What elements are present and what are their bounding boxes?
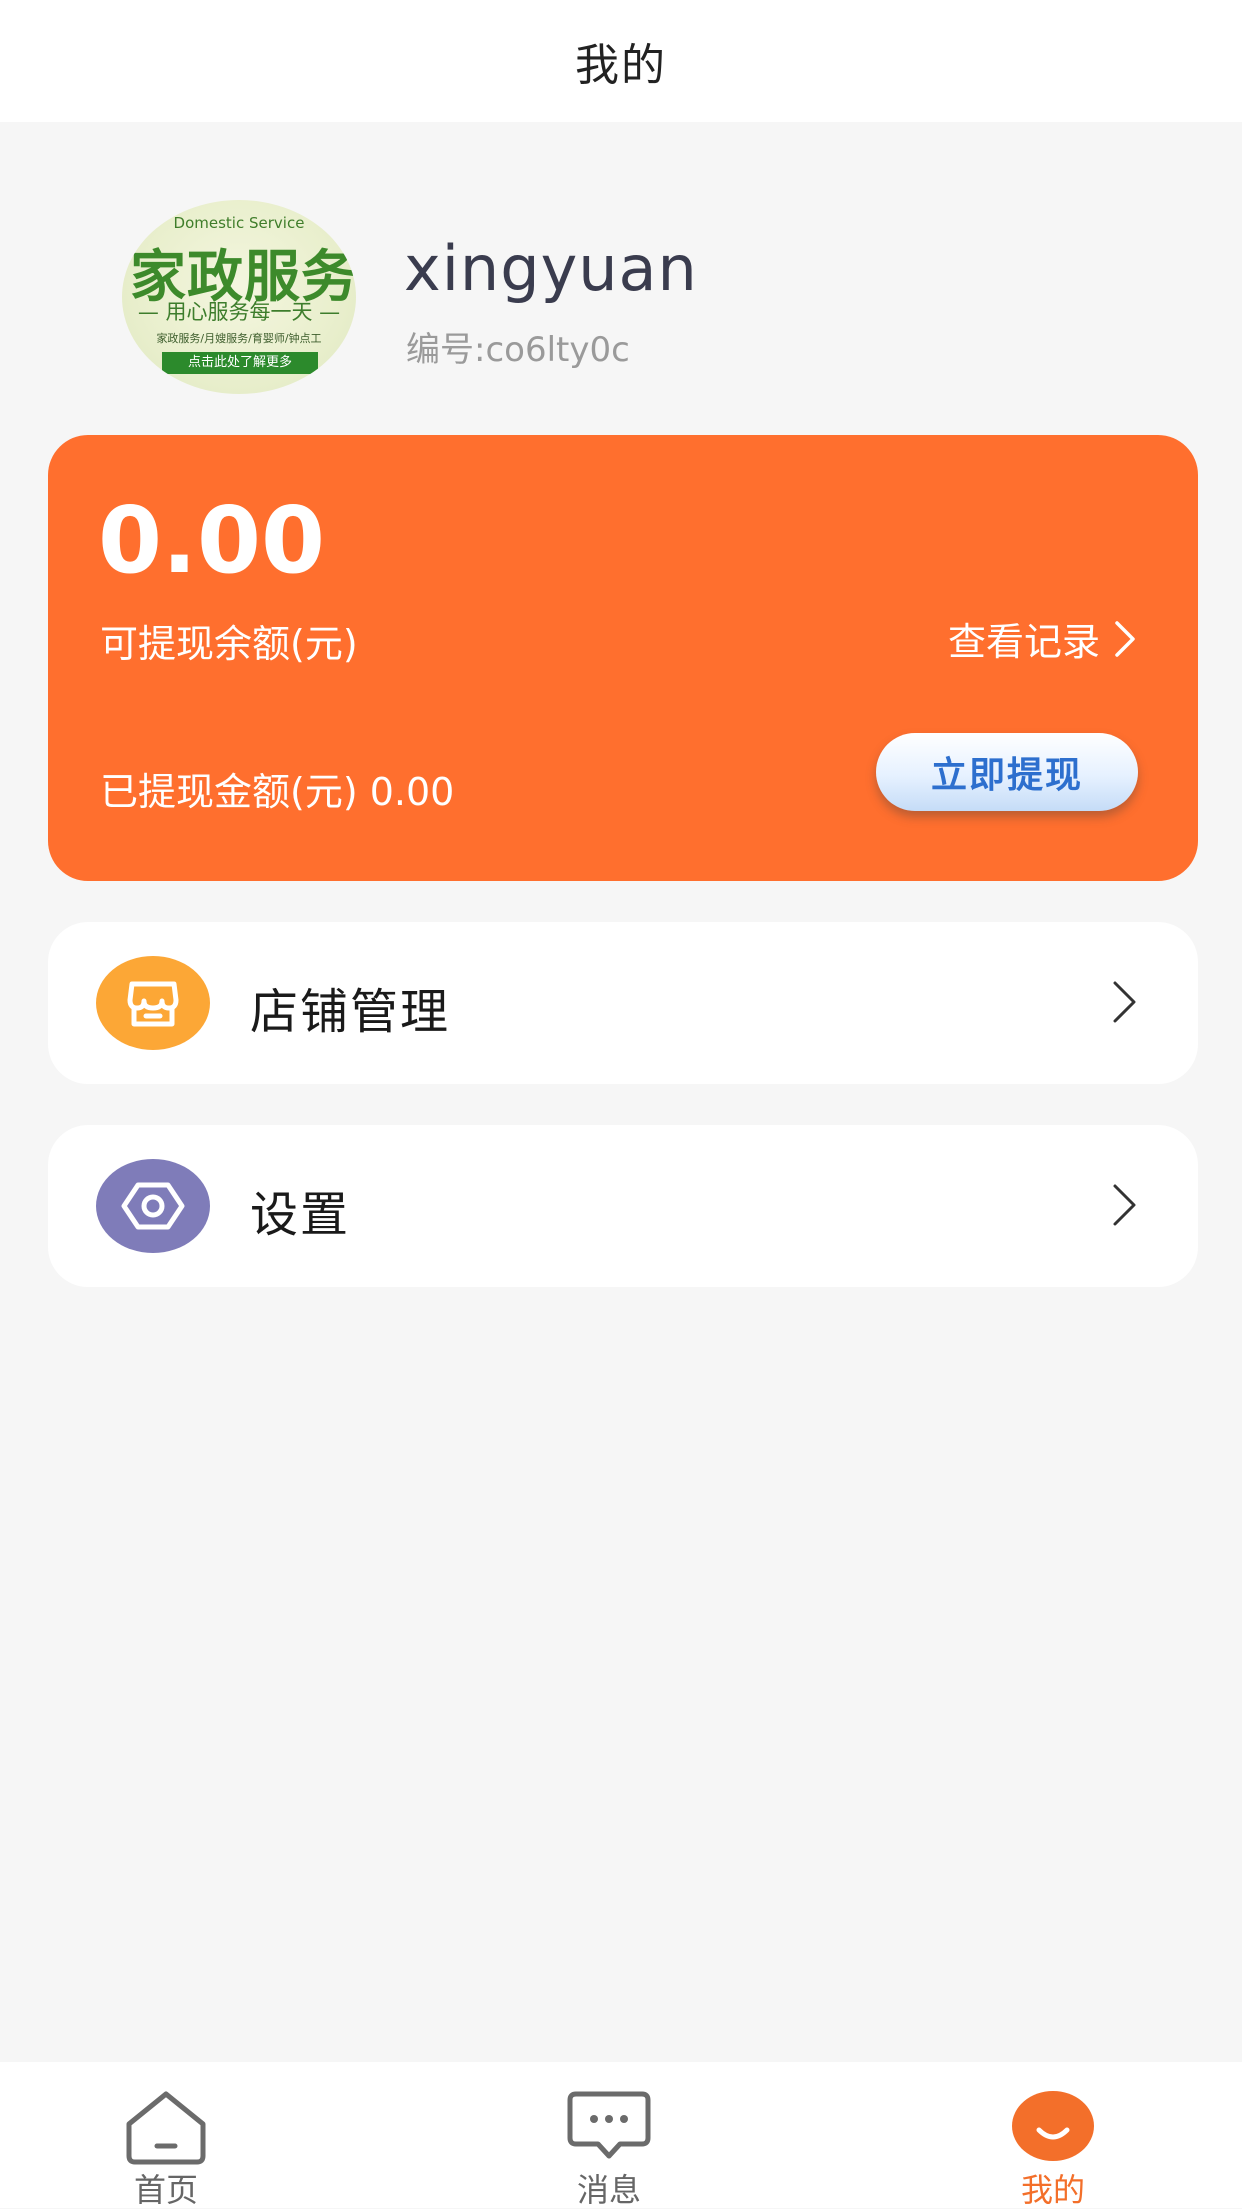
username: xingyuan — [404, 232, 698, 305]
home-icon — [126, 2091, 206, 2165]
menu-item-shop-management[interactable]: 店铺管理 — [48, 922, 1198, 1084]
settings-icon — [96, 1159, 210, 1253]
chevron-right-icon — [1113, 1184, 1136, 1226]
tab-label: 我的 — [1020, 2171, 1085, 2209]
page-title: 我的 — [575, 40, 667, 91]
tab-messages[interactable]: 消息 — [509, 2062, 709, 2208]
message-icon — [567, 2091, 651, 2159]
tab-home[interactable]: 首页 — [66, 2062, 266, 2208]
menu-item-label: 店铺管理 — [250, 984, 451, 1040]
shop-icon — [96, 956, 210, 1050]
view-records-label: 查看记录 — [947, 620, 1100, 664]
avatar-english-text: Domestic Service — [173, 214, 305, 232]
avatar[interactable]: Domestic Service 家政服务 — 用心服务每一天 — 家政服务/月… — [122, 200, 356, 394]
top-bar: 我的 — [0, 0, 1242, 122]
menu-item-settings[interactable]: 设置 — [48, 1125, 1198, 1287]
balance-amount: 0.00 — [98, 487, 325, 594]
chevron-right-icon — [1115, 620, 1135, 657]
smile-icon — [1012, 2091, 1094, 2161]
avatar-services-text: 家政服务/月嫂服务/育婴师/钟点工 — [156, 332, 322, 345]
avatar-cta-text: 点击此处了解更多 — [162, 352, 318, 374]
balance-label: 可提现余额(元) — [100, 622, 358, 666]
tab-me[interactable]: 我的 — [953, 2062, 1153, 2208]
tab-label: 消息 — [576, 2171, 641, 2209]
balance-card: 0.00 可提现余额(元) 查看记录 已提现金额(元) 0.00 立即提现 — [48, 435, 1198, 881]
bottom-tab-bar: 首页 消息 我的 — [0, 2062, 1242, 2208]
view-records-link[interactable]: 查看记录 — [948, 611, 1136, 666]
withdraw-button[interactable]: 立即提现 — [876, 733, 1138, 811]
tab-label: 首页 — [133, 2171, 198, 2209]
withdrawn-amount: 已提现金额(元) 0.00 — [100, 770, 455, 814]
avatar-slogan-text: — 用心服务每一天 — — [137, 300, 341, 324]
user-id: 编号:co6lty0c — [406, 330, 630, 370]
menu-item-label: 设置 — [250, 1187, 351, 1243]
chevron-right-icon — [1113, 981, 1136, 1023]
